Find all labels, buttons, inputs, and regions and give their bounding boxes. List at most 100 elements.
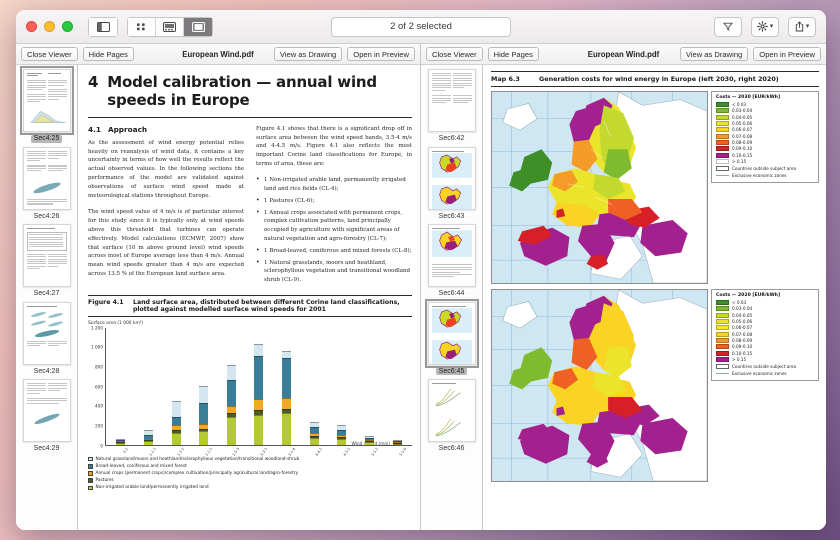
chart-bar-group (364, 328, 374, 445)
close-viewer-button-right[interactable]: Close Viewer (426, 47, 483, 61)
chart-bar-segment (226, 365, 236, 380)
map-block-2020: Costs — 2020 [EUR/kWh] < 0.03 0.03-0.04 0.… (491, 288, 819, 482)
map-legend-row: 0.03-0.04 (716, 108, 815, 114)
thumbnail-sec6-44[interactable]: Sec6:44 (421, 224, 482, 299)
thumbnail-sec4-27[interactable]: Sec4:27 (16, 224, 77, 299)
thumbnail-curves-icon (435, 419, 461, 437)
thumbnail-sec6-46[interactable]: Sec6:46 (421, 379, 482, 454)
left-document-pane: Close Viewer Hide Pages European Wind.pd… (16, 44, 421, 530)
map-legend-row: 0.05-0.06 (716, 319, 815, 325)
map-legend-swatch (716, 127, 729, 133)
chart-bar-group (116, 328, 126, 445)
map-legend-swatch (716, 152, 729, 158)
chapter-number: 4 (88, 73, 99, 91)
minimize-window-button[interactable] (44, 21, 55, 32)
thumbnail-preview (19, 66, 74, 135)
map-legend-swatch (716, 344, 729, 350)
thumbnail-sec6-42[interactable]: Sec6:42 (421, 69, 482, 144)
chart-legend-label: Non-irrigated arable land/permanently ir… (95, 485, 209, 491)
map-legend-row: 0.04-0.05 (716, 114, 815, 120)
chart-y-tick: 1 000 (91, 344, 103, 350)
close-viewer-button-left[interactable]: Close Viewer (21, 47, 78, 61)
chart-x-axis-labels: 0-1 1-1.5 1.5-2 2-2.5 2.5-3 3-3.5 3.5-4 4-4.5 4.… (105, 447, 412, 457)
left-pane-filename: European Wind.pdf (182, 49, 254, 59)
split-view-icon (191, 21, 205, 32)
map-legend-label: 0.09-0.10 (732, 344, 753, 350)
open-in-preview-button-right[interactable]: Open in Preview (753, 47, 821, 61)
map-legend-swatch (716, 108, 729, 114)
map-legend-row: 0.05-0.06 (716, 121, 815, 127)
app-window: 2 of 2 selected ▾ ▾ Close Viewer Hide Pa… (16, 10, 826, 530)
icon-grid-view-button[interactable] (128, 17, 156, 36)
settings-button[interactable]: ▾ (751, 16, 779, 37)
thumbnail-sec4-28[interactable]: Sec4:28 (16, 301, 77, 377)
sidebar-toggle-button[interactable] (89, 17, 117, 36)
map-legend-label: > 0.15 (732, 158, 747, 164)
map-legend-row: Countries outside subject area (716, 165, 815, 171)
figure-label: Figure 4.1 (88, 298, 124, 306)
thumbnail-scatter-icon (33, 413, 60, 424)
thumbnail-preview (22, 224, 71, 287)
left-thumbnail-sidebar[interactable]: Sec4:25 Sec4:26 Sec4:27 Sec4:28 Sec4:29 (16, 65, 78, 530)
thumbnail-preview (427, 224, 476, 287)
map-block-2030: Costs — 2030 [EUR/kWh] < 0.03 0.03-0.04 0.… (491, 90, 819, 284)
hide-pages-button-left[interactable]: Hide Pages (82, 47, 134, 61)
thumbnail-sec4-25[interactable]: Sec4:25 (16, 66, 77, 144)
thumbnail-label: Sec6:42 (438, 135, 465, 142)
thumbnail-sec4-26[interactable]: Sec4:26 (16, 146, 77, 222)
filter-button[interactable] (714, 16, 742, 37)
map-legend-swatch (716, 331, 729, 337)
thumbnail-sec6-43[interactable]: Sec6:43 (421, 146, 482, 222)
thumbnail-map-icon (431, 230, 472, 258)
thumbnail-curves-icon (435, 389, 461, 407)
chart-legend-item: Annual crops (permanent crops)/complex c… (88, 471, 412, 476)
map-legend-outline-swatch (716, 363, 729, 369)
chart-bar-segment (254, 344, 264, 356)
map-legend-label: < 0.03 (732, 102, 747, 108)
chart-bar-group (171, 328, 181, 445)
right-thumbnail-sidebar[interactable]: Sec6:42 Sec6:43 Sec6:44 Sec6:45 Sec6:46 (421, 65, 483, 530)
chart-y-tick: 800 (95, 364, 103, 370)
paragraph: The wind speed value of 4 m/s is of part… (88, 208, 244, 278)
selection-status-field[interactable]: 2 of 2 selected (331, 16, 511, 37)
map-legend-row: < 0.03 (716, 300, 815, 306)
chart-bar-segment (282, 398, 292, 409)
chart-bar-group (254, 328, 264, 445)
thumbnail-label: Sec4:29 (33, 445, 60, 452)
map-legend-title: Costs — 2020 [EUR/kWh] (716, 292, 781, 298)
list-item: 1 Annual crops associated with permanent… (256, 208, 412, 244)
view-as-drawing-button-right[interactable]: View as Drawing (679, 47, 749, 61)
chart-legend-item: Natural grassland/moors and heathland/sc… (88, 457, 412, 462)
split-view-button[interactable] (184, 17, 212, 36)
share-button[interactable]: ▾ (788, 16, 816, 37)
left-document-scroll[interactable]: 4 Model calibration — annual wind speeds… (78, 65, 420, 530)
figure-caption: Figure 4.1 Land surface area, distribute… (88, 296, 412, 316)
maximize-window-button[interactable] (62, 21, 73, 32)
page-title: 4 Model calibration — annual wind speeds… (88, 73, 412, 110)
view-as-drawing-button-left[interactable]: View as Drawing (273, 47, 343, 61)
chart-bar-segment (392, 443, 402, 445)
chart-y-tick: 600 (95, 384, 103, 390)
left-pane-toolbar: Close Viewer Hide Pages European Wind.pd… (16, 44, 420, 65)
chart-plot-area (105, 327, 412, 446)
thumbnail-map-icon (431, 153, 472, 178)
open-in-preview-button-left[interactable]: Open in Preview (347, 47, 415, 61)
map-legend-label: Exclusive economic zones (732, 370, 787, 376)
map-legend-swatch (716, 158, 729, 164)
chart-bar-segment (282, 357, 292, 399)
thumbnail-label: Sec6:43 (438, 212, 465, 220)
chart-bar-segment (337, 438, 347, 445)
thumbnail-sec6-45[interactable]: Sec6:45 (421, 298, 482, 377)
sidebar-icon (96, 21, 110, 32)
right-document-scroll[interactable]: Map 6.3 Generation costs for wind energy… (483, 65, 826, 530)
map-legend-label: 0.07-0.08 (732, 331, 753, 337)
thumbnail-sec4-29[interactable]: Sec4:29 (16, 379, 77, 454)
gallery-view-button[interactable] (156, 17, 184, 36)
chart-bar-segment (171, 401, 181, 418)
close-window-button[interactable] (26, 21, 37, 32)
view-mode-group (127, 16, 213, 37)
thumbnail-map-icon (431, 185, 472, 209)
hide-pages-button-right[interactable]: Hide Pages (487, 47, 539, 61)
map-legend-row: 0.08-0.09 (716, 337, 815, 343)
map-legend-2020: Costs — 2020 [EUR/kWh] < 0.03 0.03-0.04 0.… (711, 288, 819, 382)
